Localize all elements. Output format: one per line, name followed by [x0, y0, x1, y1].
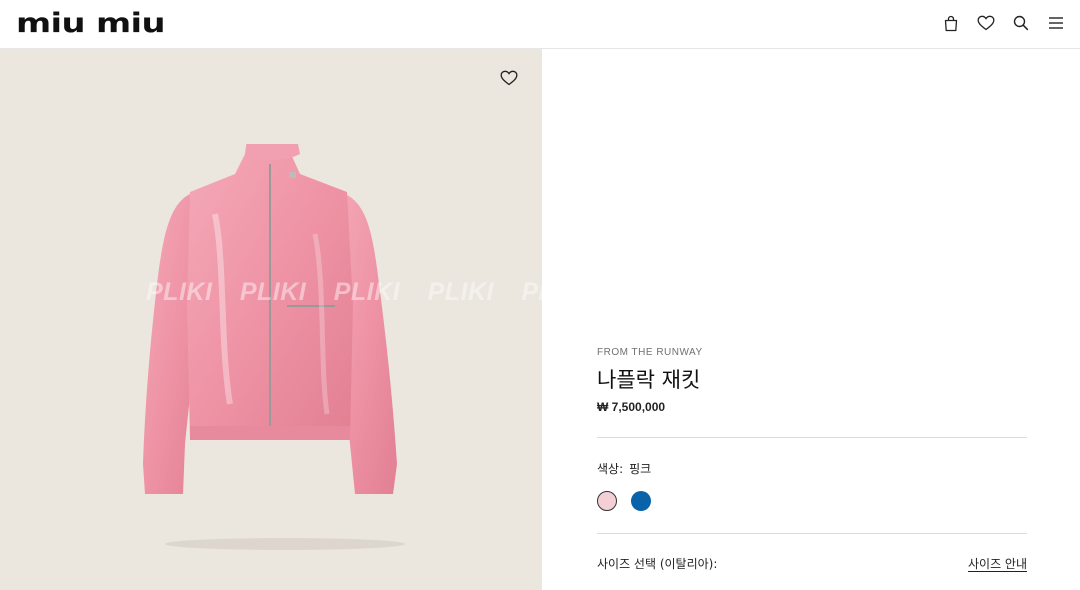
brand-logo[interactable]: miu miu [16, 9, 166, 39]
color-label: 색상: [597, 462, 624, 476]
size-guide-link[interactable]: 사이즈 안내 [968, 555, 1027, 572]
product-eyebrow: FROM THE RUNWAY [597, 347, 703, 358]
search-icon[interactable] [1011, 13, 1031, 33]
watermark-word: PLIKI [521, 278, 542, 306]
watermark-word: PLIKI [333, 278, 401, 306]
watermark-word: PLIKI [427, 278, 494, 306]
divider [597, 437, 1027, 438]
watermark-text: PLIKI PLIKI PLIKI PLIKI PLIKI [146, 278, 542, 307]
product-title: 나플락 재킷 [597, 368, 701, 392]
heart-icon[interactable] [976, 13, 996, 33]
size-select-label: 사이즈 선택 (이탈리아): [597, 557, 718, 571]
divider [597, 533, 1027, 534]
color-swatch-pink[interactable] [597, 491, 617, 511]
color-value: 핑크 [629, 462, 652, 476]
jacket-image [143, 144, 405, 550]
header-icon-group [941, 13, 1066, 33]
color-swatch-blue[interactable] [631, 491, 651, 511]
product-image[interactable]: PLIKI PLIKI PLIKI PLIKI PLIKI [0, 49, 542, 590]
wishlist-heart-icon[interactable] [500, 70, 520, 90]
color-selector-label: 색상: 핑크 [597, 460, 651, 477]
menu-icon[interactable] [1046, 13, 1066, 33]
site-header: miu miu [0, 0, 1080, 49]
watermark-word: PLIKI [239, 278, 307, 306]
product-price: ₩ 7,500,000 [597, 400, 666, 414]
bag-icon[interactable] [941, 13, 961, 33]
watermark-word: PLIKI [146, 278, 213, 306]
